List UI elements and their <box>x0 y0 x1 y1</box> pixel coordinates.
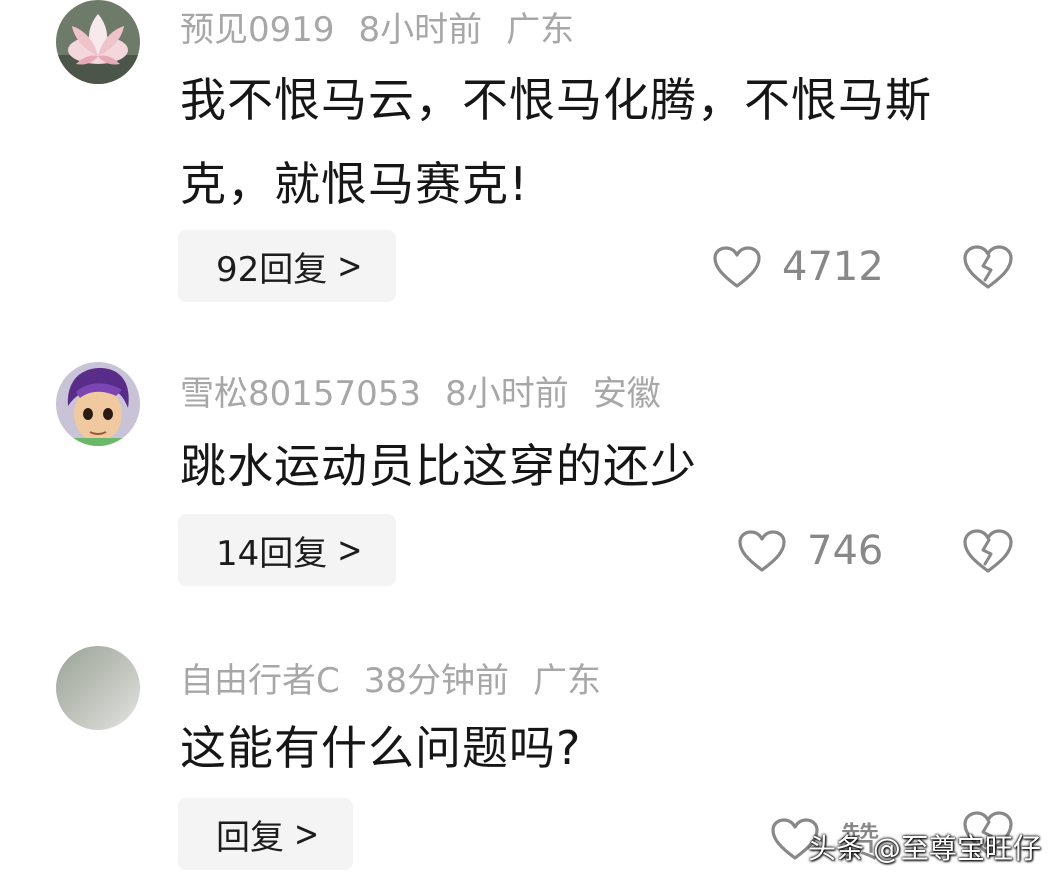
username[interactable]: 雪松80157053 <box>180 374 421 414</box>
heart-icon <box>713 246 761 288</box>
timestamp: 8小时前 <box>445 374 569 414</box>
timestamp: 38分钟前 <box>363 661 510 701</box>
timestamp: 8小时前 <box>358 10 483 50</box>
like-count: 4712 <box>782 244 884 290</box>
chevron-right-icon: > <box>294 813 320 855</box>
chevron-right-icon: > <box>337 529 363 571</box>
location: 广东 <box>533 661 602 701</box>
gray-avatar-icon <box>56 646 140 730</box>
like-count: 746 <box>807 528 884 574</box>
lotus-avatar-icon <box>56 0 140 84</box>
comment-meta: 预见0919 8小时前 广东 <box>180 2 598 51</box>
like-button[interactable]: 4712 <box>712 244 884 290</box>
dislike-button[interactable] <box>962 244 1014 294</box>
reply-button[interactable]: 回复 > <box>178 798 354 870</box>
dislike-button[interactable] <box>962 528 1014 578</box>
reply-label: 92回复 <box>216 249 328 290</box>
broken-heart-icon <box>963 245 1013 289</box>
comment-text: 跳水运动员比这穿的还少 <box>180 439 697 493</box>
avatar[interactable] <box>56 646 140 730</box>
cartoon-avatar-icon <box>56 362 140 446</box>
location: 广东 <box>506 10 575 50</box>
reply-button[interactable]: 92回复 > <box>178 230 397 302</box>
comment-meta: 雪松80157053 8小时前 安徽 <box>180 366 685 415</box>
like-button[interactable]: 746 <box>737 528 883 574</box>
comment-text: 我不恨马云，不恨马化腾，不恨马斯克，就恨马赛克! <box>180 73 932 211</box>
reply-label: 回复 <box>216 817 284 858</box>
comment-text: 这能有什么问题吗? <box>180 721 582 775</box>
reply-button[interactable]: 14回复 > <box>178 514 397 586</box>
watermark: 头条 @至尊宝旺仔 <box>808 832 1041 865</box>
chevron-right-icon: > <box>337 245 363 287</box>
avatar[interactable] <box>56 0 140 84</box>
broken-heart-icon <box>963 529 1013 573</box>
username[interactable]: 自由行者C <box>180 661 340 701</box>
reply-label: 14回复 <box>216 533 328 574</box>
comment-meta: 自由行者C 38分钟前 广东 <box>180 653 625 702</box>
heart-icon <box>738 530 786 572</box>
location: 安徽 <box>592 374 661 414</box>
username[interactable]: 预见0919 <box>180 10 335 50</box>
avatar[interactable] <box>56 362 140 446</box>
